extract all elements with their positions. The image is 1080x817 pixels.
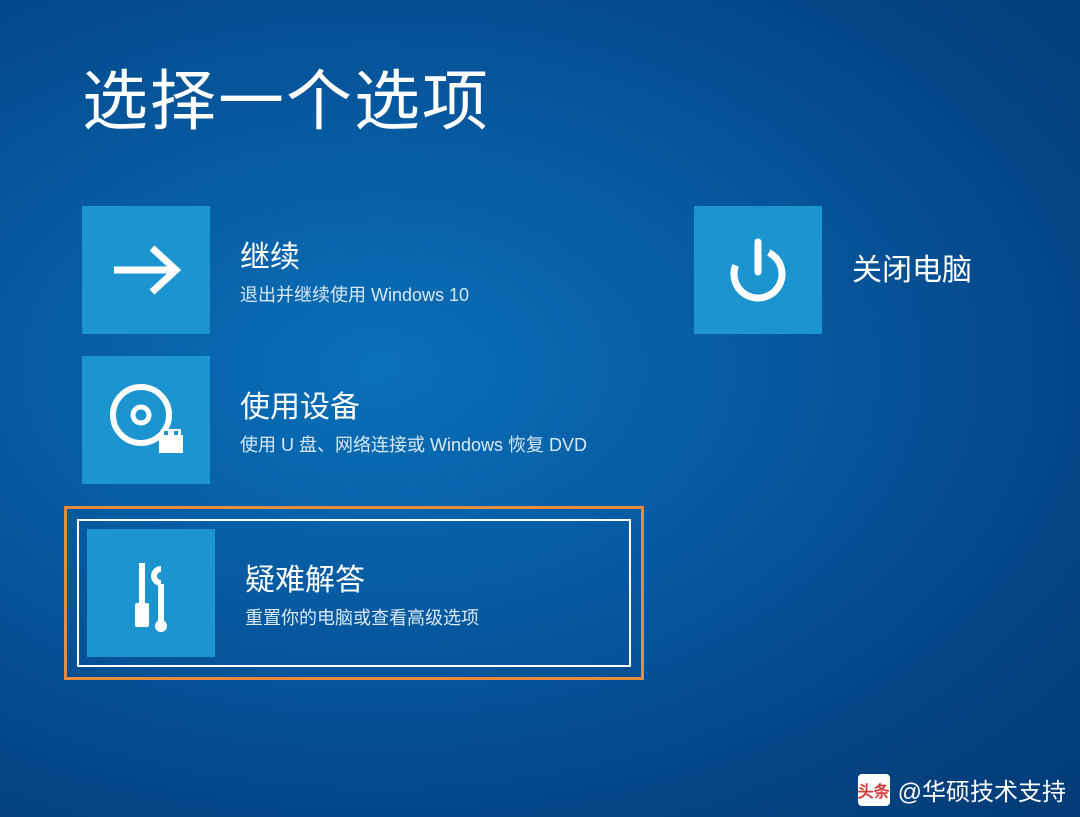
option-use-device-title: 使用设备 (240, 382, 587, 426)
option-use-device-desc: 使用 U 盘、网络连接或 Windows 恢复 DVD (240, 432, 587, 458)
option-continue[interactable]: 继续 退出并继续使用 Windows 10 (82, 206, 616, 334)
option-troubleshoot-highlight: 疑难解答 重置你的电脑或查看高级选项 (64, 506, 644, 680)
options-column-left: 继续 退出并继续使用 Windows 10 使用设备 使用 U 盘、网络连接或 … (82, 206, 644, 680)
watermark: 头条 @华硕技术支持 (858, 772, 1066, 807)
watermark-handle: @华硕技术支持 (898, 772, 1066, 807)
tools-icon (87, 529, 215, 657)
option-shutdown-text: 关闭电脑 (822, 245, 972, 295)
watermark-logo-icon: 头条 (858, 774, 890, 806)
options-column-right: 关闭电脑 (694, 206, 1054, 680)
option-continue-desc: 退出并继续使用 Windows 10 (240, 282, 469, 308)
option-troubleshoot-text: 疑难解答 重置你的电脑或查看高级选项 (215, 555, 479, 631)
option-use-device-text: 使用设备 使用 U 盘、网络连接或 Windows 恢复 DVD (210, 382, 587, 458)
disc-usb-icon (82, 356, 210, 484)
power-icon (694, 206, 822, 334)
arrow-right-icon (82, 206, 210, 334)
options-container: 继续 退出并继续使用 Windows 10 使用设备 使用 U 盘、网络连接或 … (0, 144, 1080, 680)
option-troubleshoot-title: 疑难解答 (245, 555, 479, 599)
option-troubleshoot-desc: 重置你的电脑或查看高级选项 (245, 605, 479, 631)
option-use-device[interactable]: 使用设备 使用 U 盘、网络连接或 Windows 恢复 DVD (82, 356, 616, 484)
option-continue-text: 继续 退出并继续使用 Windows 10 (210, 232, 469, 308)
screen-title: 选择一个选项 (0, 0, 1080, 144)
option-continue-title: 继续 (240, 232, 469, 276)
option-shutdown[interactable]: 关闭电脑 (694, 206, 1054, 334)
option-troubleshoot[interactable]: 疑难解答 重置你的电脑或查看高级选项 (77, 519, 631, 667)
option-shutdown-title: 关闭电脑 (852, 245, 972, 289)
